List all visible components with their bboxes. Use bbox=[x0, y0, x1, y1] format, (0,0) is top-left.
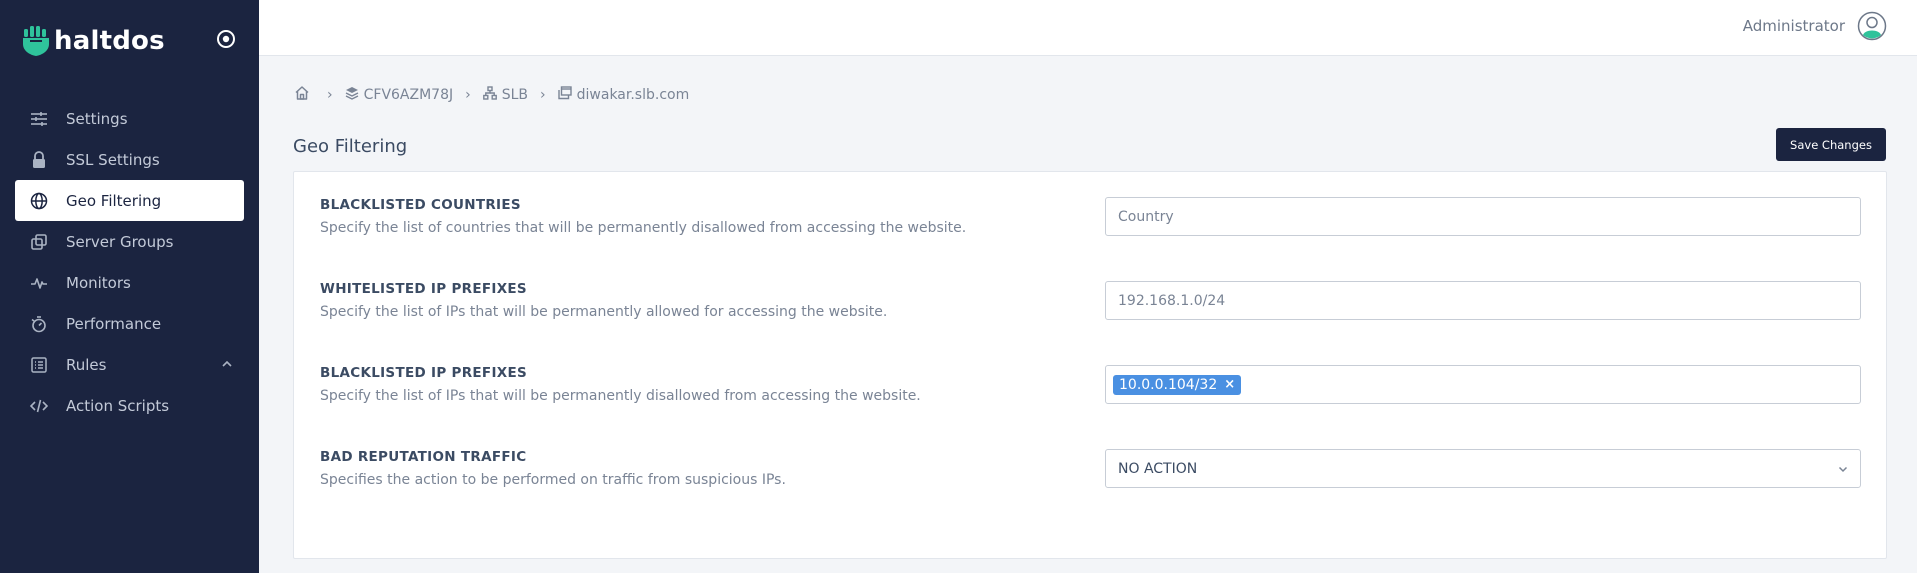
field-label: BAD REPUTATION TRAFFIC bbox=[320, 449, 527, 465]
sitemap-icon bbox=[482, 86, 502, 104]
breadcrumb: › CFV6AZM78J › SLB › diwakar.slb.com bbox=[294, 84, 689, 106]
sidebar-item-label: Rules bbox=[66, 355, 107, 374]
breadcrumb-label: diwakar.slb.com bbox=[576, 87, 690, 103]
sliders-icon bbox=[29, 109, 49, 129]
save-changes-button[interactable]: Save Changes bbox=[1776, 128, 1886, 161]
sidebar-item-performance[interactable]: Performance bbox=[15, 303, 244, 344]
chevron-down-icon bbox=[1836, 462, 1850, 476]
country-input[interactable] bbox=[1118, 208, 1848, 225]
sidebar-item-monitors[interactable]: Monitors bbox=[15, 262, 244, 303]
field-description: Specify the list of IPs that will be per… bbox=[320, 388, 921, 404]
ip-tag-label: 10.0.0.104/32 bbox=[1119, 376, 1218, 393]
user-avatar-icon[interactable] bbox=[1857, 11, 1887, 41]
code-icon bbox=[29, 396, 49, 416]
breadcrumb-separator: › bbox=[465, 87, 471, 103]
field-label: BLACKLISTED IP PREFIXES bbox=[320, 365, 528, 381]
field-description: Specify the list of countries that will … bbox=[320, 220, 967, 236]
sidebar: haltdos Settings SSL Settings Geo Filter… bbox=[0, 0, 259, 573]
sidebar-toggle-icon[interactable] bbox=[215, 28, 237, 50]
sidebar-item-label: SSL Settings bbox=[66, 150, 160, 169]
user-name[interactable]: Administrator bbox=[1743, 17, 1845, 35]
row-bad-reputation: BAD REPUTATION TRAFFIC Specifies the act… bbox=[320, 449, 1861, 509]
remove-tag-icon[interactable]: × bbox=[1224, 377, 1235, 392]
page-title: Geo Filtering bbox=[293, 136, 408, 157]
breadcrumb-separator: › bbox=[540, 87, 546, 103]
activity-icon bbox=[29, 273, 49, 293]
top-header: Administrator bbox=[259, 0, 1917, 56]
geo-filtering-card: BLACKLISTED COUNTRIES Specify the list o… bbox=[293, 171, 1887, 559]
breadcrumb-item-domain[interactable]: diwakar.slb.com bbox=[557, 86, 690, 104]
field-description: Specifies the action to be performed on … bbox=[320, 472, 786, 488]
breadcrumb-item-account[interactable]: CFV6AZM78J bbox=[345, 86, 454, 104]
breadcrumb-label: CFV6AZM78J bbox=[363, 87, 454, 103]
sidebar-item-geo-filtering[interactable]: Geo Filtering bbox=[15, 180, 244, 221]
row-whitelisted-ip: WHITELISTED IP PREFIXES Specify the list… bbox=[320, 281, 1861, 341]
breadcrumb-label: SLB bbox=[501, 87, 529, 103]
sidebar-item-label: Server Groups bbox=[66, 232, 174, 251]
blacklisted-countries-field[interactable] bbox=[1105, 197, 1861, 236]
row-blacklisted-countries: BLACKLISTED COUNTRIES Specify the list o… bbox=[320, 197, 1861, 257]
sidebar-item-ssl-settings[interactable]: SSL Settings bbox=[15, 139, 244, 180]
sidebar-item-label: Settings bbox=[66, 109, 128, 128]
sidebar-item-action-scripts[interactable]: Action Scripts bbox=[15, 385, 244, 426]
field-label: WHITELISTED IP PREFIXES bbox=[320, 281, 527, 297]
bad-reputation-select[interactable]: NO ACTION bbox=[1105, 449, 1861, 488]
layers-icon bbox=[345, 86, 364, 104]
globe-icon bbox=[29, 191, 49, 211]
window-icon bbox=[557, 86, 577, 104]
field-label: BLACKLISTED COUNTRIES bbox=[320, 197, 521, 213]
row-blacklisted-ip: BLACKLISTED IP PREFIXES Specify the list… bbox=[320, 365, 1861, 425]
selected-value: NO ACTION bbox=[1118, 460, 1198, 477]
home-icon bbox=[294, 85, 315, 105]
chevron-up-icon[interactable] bbox=[220, 357, 234, 371]
haltdos-logo-icon bbox=[22, 24, 50, 58]
sidebar-item-label: Monitors bbox=[66, 273, 131, 292]
breadcrumb-separator: › bbox=[327, 87, 333, 103]
brand[interactable]: haltdos bbox=[22, 24, 165, 58]
sidebar-nav: Settings SSL Settings Geo Filtering Serv… bbox=[15, 98, 244, 426]
brand-name: haltdos bbox=[54, 26, 165, 56]
stopwatch-icon bbox=[29, 314, 49, 334]
blacklisted-ip-field[interactable]: 10.0.0.104/32 × bbox=[1105, 365, 1861, 404]
whitelisted-ip-input[interactable] bbox=[1118, 292, 1848, 309]
sidebar-item-server-groups[interactable]: Server Groups bbox=[15, 221, 244, 262]
whitelisted-ip-field[interactable] bbox=[1105, 281, 1861, 320]
ip-tag: 10.0.0.104/32 × bbox=[1113, 374, 1242, 395]
sidebar-item-settings[interactable]: Settings bbox=[15, 98, 244, 139]
sidebar-item-rules[interactable]: Rules bbox=[15, 344, 244, 385]
sidebar-item-label: Geo Filtering bbox=[66, 191, 162, 210]
list-icon bbox=[29, 355, 49, 375]
sidebar-item-label: Performance bbox=[66, 314, 162, 333]
sidebar-item-label: Action Scripts bbox=[66, 396, 170, 415]
breadcrumb-home[interactable] bbox=[294, 85, 315, 105]
field-description: Specify the list of IPs that will be per… bbox=[320, 304, 888, 320]
lock-icon bbox=[29, 150, 49, 170]
copy-icon bbox=[29, 232, 49, 252]
breadcrumb-item-slb[interactable]: SLB bbox=[482, 86, 529, 104]
